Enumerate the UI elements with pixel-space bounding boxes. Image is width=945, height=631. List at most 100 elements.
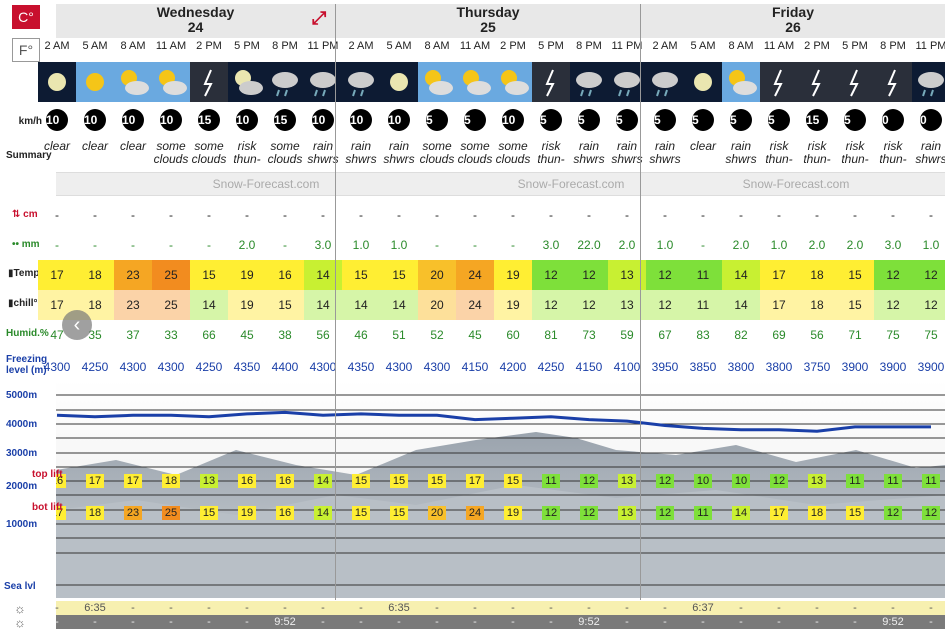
summary-text: clear <box>689 139 716 153</box>
top-lift-temp: 17 <box>124 474 142 488</box>
sunrise-time: - <box>283 602 287 614</box>
weather-icon-cell <box>836 62 874 102</box>
expand-icon[interactable]: ⤢ <box>312 8 326 29</box>
sunset-time: - <box>397 616 401 628</box>
bot-lift-temp: 24 <box>466 506 484 520</box>
thunder-icon <box>761 64 797 100</box>
celsius-button[interactable]: C° <box>12 5 40 29</box>
weather-icon-cell <box>494 62 532 102</box>
humidity-value: 45 <box>468 328 482 342</box>
freezing-level-value: 4300 <box>385 360 413 374</box>
rain-value: 2.0 <box>238 238 256 252</box>
sunrise-icon: ☼ <box>14 601 26 616</box>
top-lift-temp: 11 <box>542 474 560 488</box>
bot-lift-temp: 20 <box>428 506 446 520</box>
freezing-level-value: 4350 <box>347 360 375 374</box>
freezing-level-value: 3750 <box>803 360 831 374</box>
freezing-level-value: 4400 <box>271 360 299 374</box>
top-lift-temp: 16 <box>238 474 256 488</box>
temperature-value: 17 <box>38 260 76 290</box>
weather-icon-cell <box>342 62 380 102</box>
weather-icon-cell <box>380 62 418 102</box>
freezing-level-value: 4150 <box>575 360 603 374</box>
rain-cloud-icon <box>571 64 607 100</box>
chill-value: 11 <box>684 290 722 320</box>
wind-speed-badge: 10 <box>236 109 258 131</box>
wind-speed-badge: 5 <box>616 109 638 131</box>
top-lift-temp: 13 <box>808 474 826 488</box>
sunrise-time: - <box>511 602 515 614</box>
altitude-label: 3000m <box>6 448 38 459</box>
sunrise-time: - <box>587 602 591 614</box>
thunder-icon <box>533 64 569 100</box>
snow-value: - <box>245 208 249 222</box>
sunset-time: - <box>663 616 667 628</box>
sunset-time: - <box>625 616 629 628</box>
humidity-value: 51 <box>392 328 406 342</box>
snow-row: ------------------------ <box>55 202 945 228</box>
sunrise-time: - <box>625 602 629 614</box>
wind-speed-badge: 5 <box>692 109 714 131</box>
freezing-level-value: 4250 <box>537 360 565 374</box>
rain-value: 3.0 <box>314 238 332 252</box>
wind-speed-badge: 10 <box>84 109 106 131</box>
weather-icon-cell <box>684 62 722 102</box>
snow-value: - <box>131 208 135 222</box>
humidity-row: 47 35 37 33 66 45 38 56 46 51 52 45 60 81 73 59 67 83 82 69… <box>50 322 945 346</box>
rain-cloud-icon <box>343 64 379 100</box>
bot-lift-temp: 15 <box>352 506 370 520</box>
top-lift-temp: 15 <box>390 474 408 488</box>
freezing-level-value: 4250 <box>81 360 109 374</box>
bot-lift-temp: 25 <box>162 506 180 520</box>
humidity-value: 56 <box>810 328 824 342</box>
top-lift-temp: 15 <box>428 474 446 488</box>
summary-text: rain shwrs <box>383 139 415 166</box>
rain-value: 2.0 <box>808 238 826 252</box>
temperature-value: 20 <box>418 260 456 290</box>
freezing-level-value: 4300 <box>309 360 337 374</box>
top-lift-temp: 15 <box>352 474 370 488</box>
temperature-value: 19 <box>494 260 532 290</box>
day-header: Thursday 25 <box>336 4 640 38</box>
sunset-time: - <box>93 616 97 628</box>
bot-lift-temp: 19 <box>238 506 256 520</box>
summary-text: clear <box>81 139 108 153</box>
snow-value: - <box>777 208 781 222</box>
summary-text: risk thun- <box>803 139 831 166</box>
rain-cloud-icon <box>647 64 683 100</box>
freezing-level-value: 4300 <box>157 360 185 374</box>
top-lift-temp: 18 <box>162 474 180 488</box>
chill-value: 17 <box>760 290 798 320</box>
rain-value: 2.0 <box>846 238 864 252</box>
temperature-value: 19 <box>228 260 266 290</box>
humidity-value: 75 <box>886 328 900 342</box>
humidity-value: 56 <box>316 328 330 342</box>
summary-text: rain shwrs <box>915 139 945 166</box>
bot-lift-label: bot lift <box>32 502 63 513</box>
bot-lift-temp: 14 <box>732 506 750 520</box>
time-label: 11 PM <box>915 40 945 52</box>
chill-value: 15 <box>266 290 304 320</box>
previous-arrow-button[interactable]: ‹ <box>62 310 92 340</box>
humidity-value: 37 <box>126 328 140 342</box>
sunset-time: - <box>321 616 325 628</box>
sunset-row: - - - - - - 9:52 - - - - - - - 9:52 - - - - - - - 9:52 - <box>55 615 945 629</box>
sunrise-time: 6:35 <box>84 602 106 614</box>
rain-value: - <box>435 238 439 252</box>
sunset-time: - <box>549 616 553 628</box>
chill-row: 17 18 23 25 14 19 15 14 14 14 20 24 19 12 12 13 12 11 14 17… <box>38 290 945 320</box>
sunset-icon: ☼ <box>14 615 26 630</box>
chill-value: 14 <box>380 290 418 320</box>
sunset-time: - <box>701 616 705 628</box>
temperature-value: 24 <box>456 260 494 290</box>
wind-row: 10 10 10 10 15 10 15 10 10 10 5 5 10 5 5 5 5 5 5 5 15 5 0 0 <box>46 106 945 134</box>
sunset-time: - <box>131 616 135 628</box>
sunset-time: - <box>853 616 857 628</box>
humidity-value: 81 <box>544 328 558 342</box>
top-lift-temp: 11 <box>884 474 902 488</box>
thunder-icon <box>191 64 227 100</box>
sunrise-time: 6:35 <box>388 602 410 614</box>
freezing-level-value: 3950 <box>651 360 679 374</box>
temperature-value: 12 <box>646 260 684 290</box>
sunrise-time: 6:37 <box>692 602 714 614</box>
